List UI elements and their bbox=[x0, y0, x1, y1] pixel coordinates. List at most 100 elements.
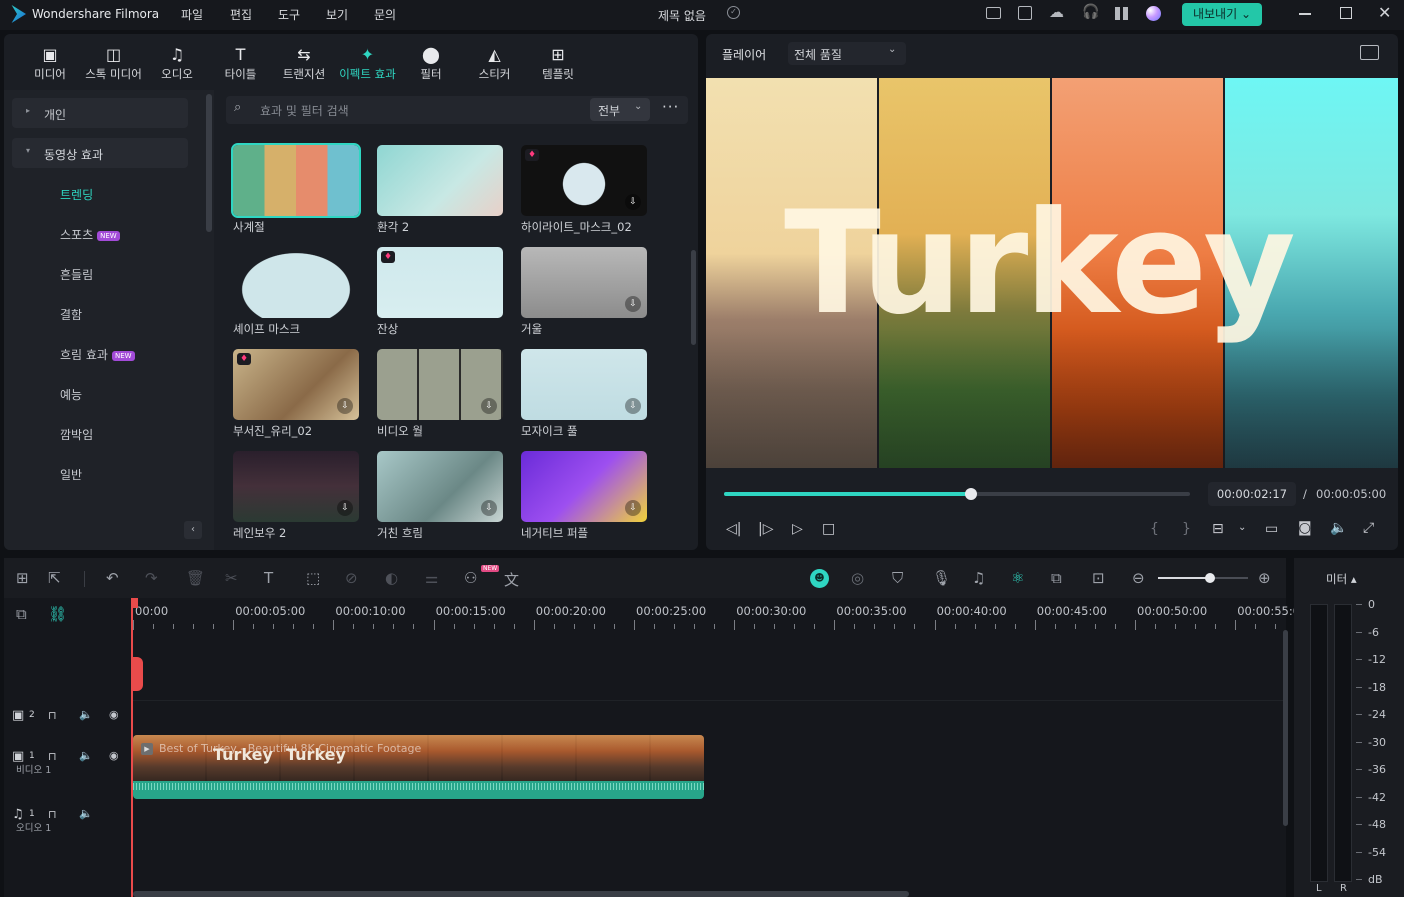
cut-icon[interactable]: ✂ bbox=[225, 569, 238, 587]
meter-title[interactable]: 미터 ▴ bbox=[1326, 571, 1357, 587]
timeline-hscroll[interactable] bbox=[133, 891, 909, 897]
more-options-icon[interactable]: ··· bbox=[662, 98, 679, 116]
personal-category[interactable]: ▸ 개인 bbox=[12, 98, 188, 128]
player-tab[interactable]: 플레이어 bbox=[722, 46, 766, 63]
redo-icon[interactable]: ↷ bbox=[145, 569, 158, 587]
download-icon[interactable]: ⇩ bbox=[337, 500, 353, 516]
effect-card[interactable]: 환각 2 bbox=[377, 145, 503, 235]
adjust-icon[interactable]: ⚌ bbox=[425, 569, 438, 587]
close-icon[interactable]: ✕ bbox=[1378, 3, 1391, 22]
marker-icon[interactable]: ⛉ bbox=[892, 569, 903, 587]
mark-out-icon[interactable]: } bbox=[1182, 521, 1191, 537]
effect-card[interactable]: ⇩ 비디오 월 bbox=[377, 349, 503, 439]
color-icon[interactable]: ◐ bbox=[385, 569, 398, 587]
effect-card[interactable]: ⇩ 레인보우 2 bbox=[233, 451, 359, 541]
lock-icon[interactable]: ⊓ bbox=[48, 709, 57, 722]
snap-icon[interactable]: ⚛ bbox=[1011, 569, 1024, 587]
menu-edit[interactable]: 편집 bbox=[230, 6, 252, 23]
video-clip[interactable]: ▶ Best of Turkey - Beautiful 8K Cinemati… bbox=[133, 735, 704, 799]
stop-icon[interactable]: □ bbox=[822, 521, 835, 537]
tool-effects[interactable]: ✦ 이펙트 효과 bbox=[338, 44, 398, 82]
scopes-icon[interactable] bbox=[1360, 45, 1379, 60]
snapshot-icon[interactable]: ◙ bbox=[1298, 520, 1312, 536]
tool-filter[interactable]: ⬤ 필터 bbox=[401, 44, 461, 82]
menu-view[interactable]: 보기 bbox=[326, 6, 348, 23]
download-icon[interactable]: ⇩ bbox=[481, 500, 497, 516]
sidebar-item-4[interactable]: 흐림 효과 NEW bbox=[60, 346, 135, 363]
timeline-ruler[interactable]: 00:00 00:00:05:00 00:00:10:00 00:00:15:00 00… bbox=[133, 598, 1307, 632]
save-icon[interactable] bbox=[1018, 6, 1032, 20]
ai-assistant-icon[interactable]: ☻ bbox=[810, 569, 829, 588]
effect-card[interactable]: ⇩ 모자이크 풀 bbox=[521, 349, 647, 439]
effects-scrollbar[interactable] bbox=[691, 250, 696, 345]
display-icon[interactable]: ▭ bbox=[1265, 521, 1278, 537]
insert-icon[interactable]: ⊟ bbox=[1212, 521, 1224, 537]
progress-handle[interactable] bbox=[964, 488, 977, 500]
sidebar-item-6[interactable]: 깜박임 bbox=[60, 426, 93, 443]
quality-dropdown[interactable]: 전체 품질 ⌄ bbox=[788, 42, 906, 65]
undo-icon[interactable]: ↶ bbox=[106, 569, 119, 587]
sidebar-scrollbar[interactable] bbox=[206, 94, 212, 232]
download-icon[interactable]: ⇩ bbox=[625, 296, 641, 312]
playhead-handle[interactable] bbox=[132, 598, 138, 608]
effect-card[interactable]: 사계절 bbox=[231, 143, 361, 235]
add-track-icon[interactable]: ⧉ bbox=[16, 605, 27, 623]
maximize-icon[interactable] bbox=[1340, 7, 1352, 19]
apps-grid-icon[interactable] bbox=[1115, 7, 1128, 20]
translate-icon[interactable]: 文 bbox=[504, 569, 519, 590]
avatar[interactable] bbox=[1146, 6, 1161, 21]
tool-audio[interactable]: ♫ 오디오 bbox=[147, 44, 207, 82]
fit-icon[interactable]: ⊡ bbox=[1092, 569, 1105, 587]
effect-card[interactable]: 셰이프 마스크 bbox=[233, 247, 359, 337]
collapse-sidebar-button[interactable]: ‹ bbox=[184, 521, 202, 539]
tool-media[interactable]: ▣ 미디어 bbox=[20, 44, 80, 82]
mark-in-icon[interactable]: { bbox=[1150, 521, 1159, 537]
playhead-tab[interactable] bbox=[132, 657, 143, 691]
download-icon[interactable]: ⇩ bbox=[481, 398, 497, 414]
fullscreen-icon[interactable]: ⤢ bbox=[1363, 520, 1374, 536]
download-icon[interactable]: ⇩ bbox=[625, 500, 641, 516]
microphone-icon[interactable]: 🎙 bbox=[932, 569, 951, 587]
speed-icon[interactable]: ⊘ bbox=[345, 569, 358, 587]
search-input[interactable]: 효과 및 필터 검색 bbox=[260, 102, 349, 119]
prev-frame-icon[interactable]: ◁| bbox=[726, 521, 741, 537]
sidebar-item-2[interactable]: 흔들림 bbox=[60, 266, 93, 283]
text-icon[interactable]: T bbox=[264, 569, 273, 587]
timeline-vscroll[interactable] bbox=[1283, 630, 1288, 826]
sidebar-item-0[interactable]: 트렌딩 bbox=[60, 186, 93, 203]
chevron-down-icon[interactable]: ⌄ bbox=[1238, 522, 1246, 533]
crop-icon[interactable]: ⬚ bbox=[306, 569, 320, 587]
tool-transition[interactable]: ⇆ 트랜지션 bbox=[274, 44, 334, 82]
playback-progress[interactable] bbox=[724, 488, 1190, 500]
effect-card[interactable]: ⇩ 거친 흐림 bbox=[377, 451, 503, 541]
effect-card[interactable]: ♦ ⇩ 부서진_유리_02 bbox=[233, 349, 359, 439]
sidebar-item-5[interactable]: 예능 bbox=[60, 386, 82, 403]
effect-card[interactable]: ⇩ 네거티브 퍼플 bbox=[521, 451, 647, 541]
next-frame-icon[interactable]: |▷ bbox=[758, 521, 773, 537]
video-effects-category[interactable]: ▾ 동영상 효과 bbox=[12, 138, 188, 168]
sidebar-item-3[interactable]: 결함 bbox=[60, 306, 82, 323]
mute-icon[interactable]: 🔈 bbox=[79, 807, 93, 820]
download-icon[interactable]: ⇩ bbox=[337, 398, 353, 414]
menu-help[interactable]: 문의 bbox=[374, 6, 396, 23]
headset-icon[interactable]: 🎧 bbox=[1082, 4, 1099, 20]
render-icon[interactable]: ◎ bbox=[851, 569, 864, 587]
visibility-icon[interactable]: ◉ bbox=[109, 708, 119, 721]
delete-icon[interactable]: 🗑 bbox=[186, 569, 205, 587]
zoom-in-icon[interactable]: ⊕ bbox=[1258, 569, 1271, 587]
music-list-icon[interactable]: ♫ bbox=[972, 569, 985, 587]
zoom-out-icon[interactable]: ⊖ bbox=[1132, 569, 1145, 587]
sidebar-item-1[interactable]: 스포츠 NEW bbox=[60, 226, 120, 243]
download-icon[interactable]: ⇩ bbox=[625, 194, 641, 210]
current-time[interactable]: 00:00:02:17 bbox=[1208, 482, 1296, 506]
layout-grid-icon[interactable]: ⊞ bbox=[16, 569, 29, 587]
tool-sticker[interactable]: ◭ 스티커 bbox=[465, 44, 525, 82]
export-button[interactable]: 내보내기 ⌄ bbox=[1182, 3, 1262, 26]
tool-template[interactable]: ⊞ 템플릿 bbox=[528, 44, 588, 82]
ai-tool-icon[interactable]: ⚇ bbox=[464, 569, 477, 587]
layout-icon[interactable] bbox=[986, 7, 1001, 19]
pip-icon[interactable]: ⧉ bbox=[1051, 569, 1062, 587]
filter-dropdown[interactable]: 전부 ⌄ bbox=[590, 98, 650, 121]
preview-canvas[interactable]: Turkey bbox=[706, 78, 1398, 468]
play-icon[interactable]: ▷ bbox=[792, 521, 803, 537]
